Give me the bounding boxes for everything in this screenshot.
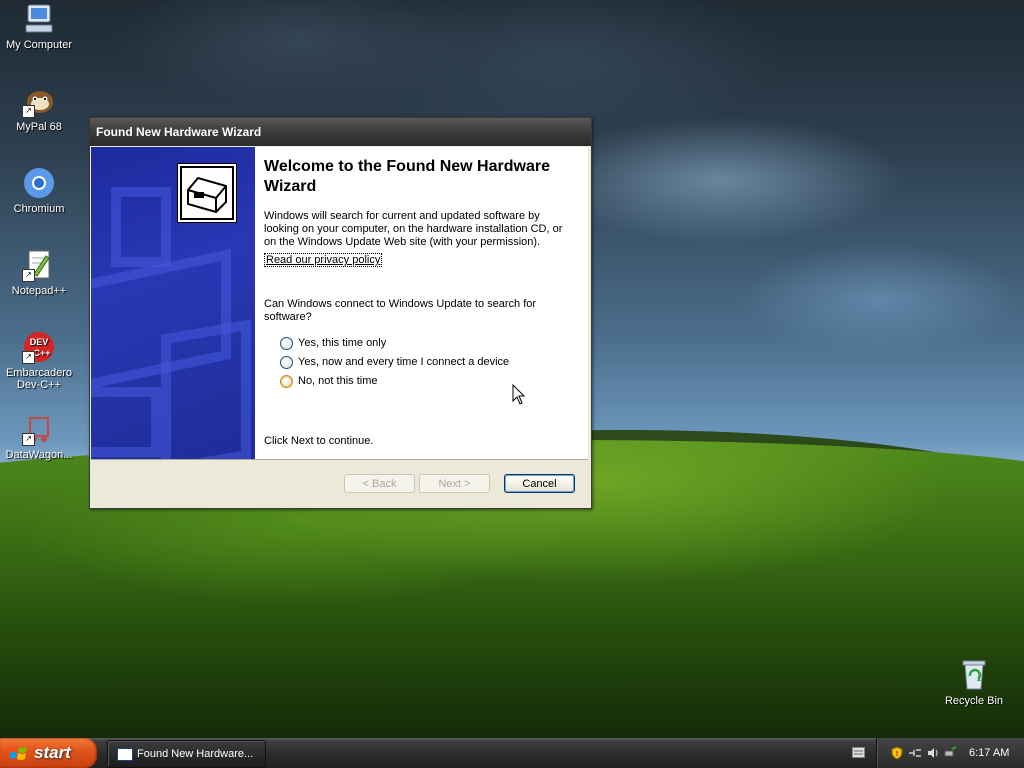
shortcut-arrow-icon: ↗ xyxy=(22,351,35,364)
my-computer-icon xyxy=(22,2,56,36)
option-yes-every-time[interactable]: Yes, now and every time I connect a devi… xyxy=(280,354,509,370)
wizard-window: Found New Hardware Wizard Welcome to the… xyxy=(89,117,592,509)
wizard-banner xyxy=(91,147,255,459)
desktop-icon-label: Chromium xyxy=(13,203,65,215)
clock[interactable]: 6:17 AM xyxy=(969,738,1009,768)
desktop-icon-label: Embarcadero Dev-C++ xyxy=(5,367,73,391)
wizard-content: Welcome to the Found New Hardware Wizard… xyxy=(264,147,580,459)
desktop-icon-label: My Computer xyxy=(5,39,73,51)
datawagon-icon: ↗ xyxy=(22,412,56,446)
back-button[interactable]: < Back xyxy=(344,474,415,493)
desktop-icon-label: DataWagon... xyxy=(5,449,73,461)
option-label: No, not this time xyxy=(298,375,378,387)
desktop-icon-datawagon[interactable]: ↗ DataWagon... xyxy=(0,412,79,461)
desktop-icon-notepad-plus-plus[interactable]: ↗ Notepad++ xyxy=(0,248,79,297)
security-shield-icon[interactable]: ! xyxy=(890,746,904,760)
svg-text:!: ! xyxy=(896,751,898,758)
continue-hint: Click Next to continue. xyxy=(264,435,374,447)
volume-icon[interactable] xyxy=(926,746,940,760)
start-button[interactable]: start xyxy=(0,738,97,768)
keyboard-icon[interactable] xyxy=(852,747,865,758)
taskbar: start Found New Hardware... ! 6:17 AM xyxy=(0,738,1024,768)
desktop-icon-label: Recycle Bin xyxy=(944,695,1004,707)
radio-button[interactable] xyxy=(280,374,293,388)
svg-text:DEV: DEV xyxy=(30,337,49,347)
network-icon[interactable] xyxy=(908,746,922,760)
chromium-icon xyxy=(22,166,56,200)
windows-flag-icon xyxy=(10,746,27,760)
button-separator xyxy=(91,459,588,460)
desktop-icon-mypal[interactable]: ↗ MyPal 68 xyxy=(0,84,79,133)
shortcut-arrow-icon: ↗ xyxy=(22,105,35,118)
wizard-body: Welcome to the Found New Hardware Wizard… xyxy=(91,147,588,459)
notepad-plus-plus-icon: ↗ xyxy=(22,248,56,282)
desktop-icon-my-computer[interactable]: My Computer xyxy=(0,2,79,51)
privacy-policy-link[interactable]: Read our privacy policy xyxy=(264,253,383,267)
desktop: My Computer ↗ MyPal 68 Chromium ↗ Notepa… xyxy=(0,0,1024,738)
taskbar-task-wizard[interactable]: Found New Hardware... xyxy=(107,740,266,768)
option-label: Yes, now and every time I connect a devi… xyxy=(298,356,510,368)
desktop-icon-label: Notepad++ xyxy=(11,285,67,297)
radio-button[interactable] xyxy=(280,336,293,350)
wizard-titlebar[interactable]: Found New Hardware Wizard xyxy=(90,118,591,146)
recycle-bin-icon xyxy=(957,658,991,692)
shortcut-arrow-icon: ↗ xyxy=(22,433,35,446)
devcpp-icon: DEV C++ ↗ xyxy=(22,330,56,364)
mypal-icon: ↗ xyxy=(22,84,56,118)
wizard-heading: Welcome to the Found New Hardware Wizard xyxy=(264,158,550,195)
update-question: Can Windows connect to Windows Update to… xyxy=(264,298,537,323)
option-yes-this-time[interactable]: Yes, this time only xyxy=(280,335,386,351)
desktop-icon-label: MyPal 68 xyxy=(16,121,62,133)
system-tray: ! 6:17 AM xyxy=(876,738,1024,768)
safely-remove-hardware-icon[interactable] xyxy=(943,746,957,760)
desktop-icon-chromium[interactable]: Chromium xyxy=(0,166,79,215)
task-label: Found New Hardware... xyxy=(137,748,254,760)
desktop-icon-recycle-bin[interactable]: Recycle Bin xyxy=(934,658,1014,707)
window-title: Found New Hardware Wizard xyxy=(96,125,262,139)
desktop-icon-devcpp[interactable]: DEV C++ ↗ Embarcadero Dev-C++ xyxy=(0,330,79,391)
option-no-not-this-time[interactable]: No, not this time xyxy=(280,373,377,389)
cancel-button[interactable]: Cancel xyxy=(504,474,575,493)
wizard-description: Windows will search for current and upda… xyxy=(264,210,563,248)
start-label: start xyxy=(34,743,71,762)
window-icon xyxy=(117,748,133,761)
next-button[interactable]: Next > xyxy=(419,474,490,493)
svg-text:C++: C++ xyxy=(33,348,50,358)
shortcut-arrow-icon: ↗ xyxy=(22,269,35,282)
radio-button[interactable] xyxy=(280,355,293,369)
hardware-icon xyxy=(177,163,237,223)
option-label: Yes, this time only xyxy=(298,337,387,349)
mouse-pointer-icon xyxy=(512,384,526,405)
